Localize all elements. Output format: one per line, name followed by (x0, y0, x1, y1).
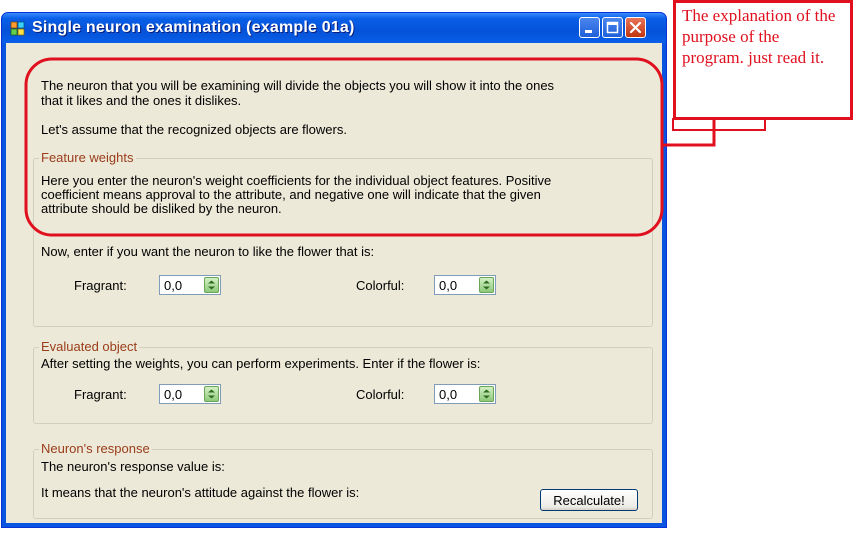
app-icon (10, 21, 25, 36)
weight-fragrant-spin-button[interactable] (204, 277, 219, 293)
weight-colorful-label: Colorful: (356, 278, 405, 293)
object-colorful-label: Colorful: (356, 387, 405, 402)
minimize-button[interactable] (579, 17, 600, 38)
weight-colorful-stepper[interactable] (434, 275, 496, 295)
spin-arrows-icon (483, 389, 490, 399)
window-title: Single neuron examination (example 01a) (32, 19, 355, 36)
close-button[interactable] (625, 17, 646, 38)
annotation-callout: The explanation of the purpose of the pr… (673, 0, 853, 120)
object-fragrant-label: Fragrant: (74, 387, 127, 402)
object-fragrant-input[interactable] (162, 386, 204, 402)
maximize-icon (606, 21, 619, 34)
close-icon (629, 21, 642, 34)
weight-colorful-spin-button[interactable] (479, 277, 494, 293)
spin-arrows-icon (208, 280, 215, 290)
neuron-response-title: Neuron's response (39, 441, 152, 456)
object-colorful-stepper[interactable] (434, 384, 496, 404)
object-colorful-input[interactable] (437, 386, 479, 402)
response-attitude-text: It means that the neuron's attitude agai… (41, 485, 360, 500)
object-fragrant-spin-button[interactable] (204, 386, 219, 402)
recalculate-button[interactable]: Recalculate! (540, 489, 638, 511)
weight-fragrant-input[interactable] (162, 277, 204, 293)
object-fragrant-stepper[interactable] (159, 384, 221, 404)
title-bar[interactable]: Single neuron examination (example 01a) (2, 13, 666, 43)
spin-arrows-icon (483, 280, 490, 290)
spin-arrows-icon (208, 389, 215, 399)
annotation-highlight-ellipse (24, 57, 664, 237)
minimize-icon (585, 30, 592, 33)
maximize-button[interactable] (602, 17, 623, 38)
weight-fragrant-stepper[interactable] (159, 275, 221, 295)
weight-fragrant-label: Fragrant: (74, 278, 127, 293)
weights-prompt: Now, enter if you want the neuron to lik… (41, 244, 375, 259)
weight-colorful-input[interactable] (437, 277, 479, 293)
evaluated-object-title: Evaluated object (39, 339, 140, 354)
response-value-text: The neuron's response value is: (41, 459, 225, 474)
evaluated-prompt: After setting the weights, you can perfo… (41, 356, 481, 371)
object-colorful-spin-button[interactable] (479, 386, 494, 402)
